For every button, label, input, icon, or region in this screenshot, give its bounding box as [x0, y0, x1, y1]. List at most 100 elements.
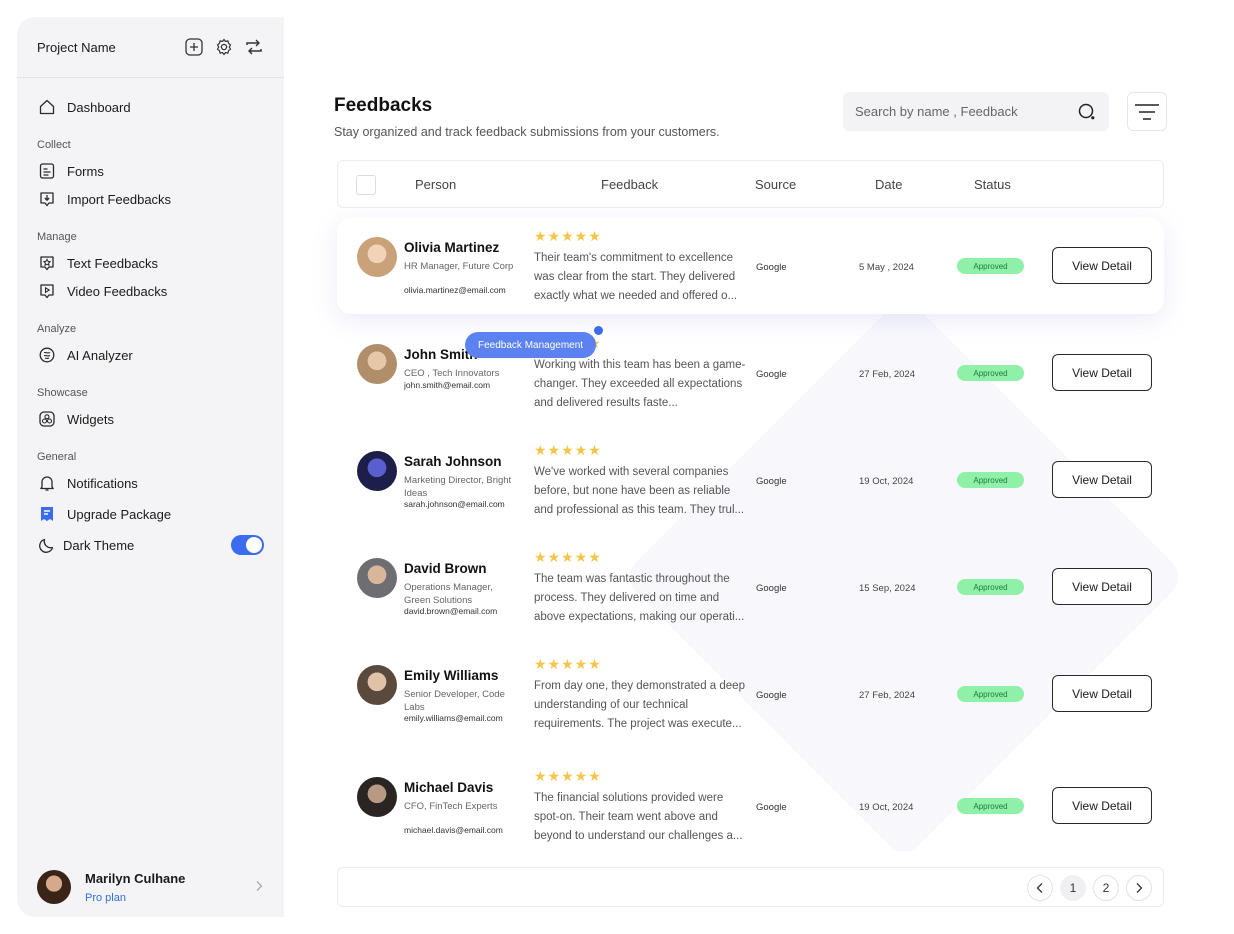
status-badge: Approved [957, 798, 1024, 814]
view-detail-button[interactable]: View Detail [1052, 354, 1152, 391]
person-role: Operations Manager, Green Solutions [404, 582, 493, 606]
main-content: Feedbacks Stay organized and track feedb… [284, 17, 1217, 917]
switch-icon[interactable] [244, 37, 264, 57]
user-profile[interactable]: Marilyn Culhane Pro plan [17, 857, 284, 917]
view-detail-button[interactable]: View Detail [1052, 675, 1152, 712]
sidebar: Project Name Dashboard Collect Forms Imp… [17, 17, 284, 917]
person-role: Marketing Director, Bright Ideas [404, 475, 512, 499]
page-title: Feedbacks [334, 95, 433, 116]
search-input[interactable] [855, 104, 1077, 119]
app-window: Project Name Dashboard Collect Forms Imp… [17, 17, 1217, 917]
person-name: Emily Williams [404, 668, 499, 683]
sidebar-item-dark-theme: Dark Theme [37, 531, 264, 559]
sidebar-item-upgrade-package[interactable]: Upgrade Package [37, 500, 264, 528]
person-role: HR Manager, Future Corp [404, 261, 514, 272]
status-badge: Approved [957, 686, 1024, 702]
table-row[interactable]: David Brown Operations Manager, Green So… [337, 539, 1164, 635]
filter-button[interactable] [1127, 92, 1167, 131]
source: Google [756, 476, 787, 487]
feedback-text: Working with this team has been a game-c… [534, 359, 746, 409]
date: 15 Sep, 2024 [859, 583, 916, 594]
gear-icon[interactable] [214, 37, 234, 57]
column-date[interactable]: Date [875, 177, 902, 192]
sidebar-item-dashboard[interactable]: Dashboard [37, 93, 264, 121]
person-email: emily.williams@email.com [404, 713, 503, 723]
dark-theme-toggle[interactable] [231, 535, 264, 555]
toggle-knob [246, 537, 262, 553]
sidebar-item-forms[interactable]: Forms [37, 157, 264, 185]
video-message-icon [37, 281, 57, 301]
pagination: 1 2 [337, 867, 1164, 907]
feedback-text: From day one, they demonstrated a deep u… [534, 680, 745, 730]
page-2-button[interactable]: 2 [1093, 875, 1119, 901]
table-row[interactable]: John Smith CEO , Tech Innovators john.sm… [337, 325, 1164, 421]
person-email: sarah.johnson@email.com [404, 499, 505, 509]
person-email: john.smith@email.com [404, 380, 491, 390]
column-status[interactable]: Status [974, 177, 1011, 192]
sidebar-item-video-feedbacks[interactable]: Video Feedbacks [37, 277, 264, 305]
chevron-right-icon[interactable] [254, 879, 264, 895]
feedback-text: Their team's commitment to excellence wa… [534, 252, 738, 302]
sidebar-nav: Dashboard Collect Forms Import Feedbacks… [17, 78, 284, 559]
table-row[interactable]: Michael Davis CFO, FinTech Experts micha… [337, 758, 1164, 854]
section-analyze: Analyze [37, 323, 77, 335]
column-source[interactable]: Source [755, 177, 796, 192]
sidebar-item-widgets[interactable]: Widgets [37, 405, 264, 433]
person-email: michael.davis@email.com [404, 825, 503, 835]
view-detail-button[interactable]: View Detail [1052, 787, 1152, 824]
table-row[interactable]: Sarah Johnson Marketing Director, Bright… [337, 432, 1164, 528]
person-name: David Brown [404, 561, 487, 576]
feedback-management-tooltip: Feedback Management [465, 332, 597, 358]
search-icon[interactable] [1077, 102, 1097, 122]
source: Google [756, 802, 787, 813]
sidebar-item-label: Widgets [67, 411, 114, 427]
select-all-checkbox[interactable] [356, 175, 376, 195]
user-plan-link[interactable]: Pro plan [85, 892, 254, 904]
search-box [843, 92, 1109, 131]
table-header: Person Feedback Source Date Status [337, 160, 1164, 208]
upgrade-icon [37, 504, 57, 524]
person-name: Olivia Martinez [404, 240, 500, 255]
person-role: CEO , Tech Innovators [404, 368, 500, 379]
page-1-button[interactable]: 1 [1060, 875, 1086, 901]
date: 27 Feb, 2024 [859, 369, 915, 380]
sidebar-item-import-feedbacks[interactable]: Import Feedbacks [37, 185, 264, 213]
sidebar-item-label: Forms [67, 163, 104, 179]
sidebar-header: Project Name [17, 17, 284, 78]
source: Google [756, 583, 787, 594]
person-role: CFO, FinTech Experts [404, 801, 498, 812]
moon-icon [37, 535, 57, 555]
user-name: Marilyn Culhane [85, 870, 186, 886]
section-general: General [37, 451, 77, 463]
section-manage: Manage [37, 231, 77, 243]
sidebar-item-text-feedbacks[interactable]: Text Feedbacks [37, 249, 264, 277]
add-icon[interactable] [184, 37, 204, 57]
avatar [357, 237, 397, 277]
ai-icon [37, 345, 57, 365]
view-detail-button[interactable]: View Detail [1052, 568, 1152, 605]
project-name[interactable]: Project Name [37, 40, 174, 55]
previous-page-button[interactable] [1027, 875, 1053, 901]
home-icon [37, 97, 57, 117]
cursor-dot [594, 326, 603, 335]
feedback-text: We've worked with several companies befo… [534, 466, 745, 516]
view-detail-button[interactable]: View Detail [1052, 247, 1152, 284]
status-badge: Approved [957, 365, 1024, 381]
avatar [357, 451, 397, 491]
sidebar-item-label: Notifications [67, 475, 138, 491]
sidebar-item-notifications[interactable]: Notifications [37, 469, 264, 497]
column-person[interactable]: Person [415, 177, 456, 192]
sidebar-item-label: Video Feedbacks [67, 283, 168, 299]
bell-icon [37, 473, 57, 493]
column-feedback[interactable]: Feedback [601, 177, 658, 192]
import-icon [37, 189, 57, 209]
sidebar-item-ai-analyzer[interactable]: AI Analyzer [37, 341, 264, 369]
table-row[interactable]: Olivia Martinez HR Manager, Future Corp … [337, 218, 1164, 314]
next-page-button[interactable] [1126, 875, 1152, 901]
sidebar-item-label: Text Feedbacks [67, 255, 159, 271]
table-row[interactable]: Emily Williams Senior Developer, Code La… [337, 646, 1164, 742]
date: 19 Oct, 2024 [859, 802, 914, 813]
feedback-text: The financial solutions provided were sp… [534, 792, 743, 842]
user-info: Marilyn Culhane Pro plan [85, 871, 254, 904]
view-detail-button[interactable]: View Detail [1052, 461, 1152, 498]
